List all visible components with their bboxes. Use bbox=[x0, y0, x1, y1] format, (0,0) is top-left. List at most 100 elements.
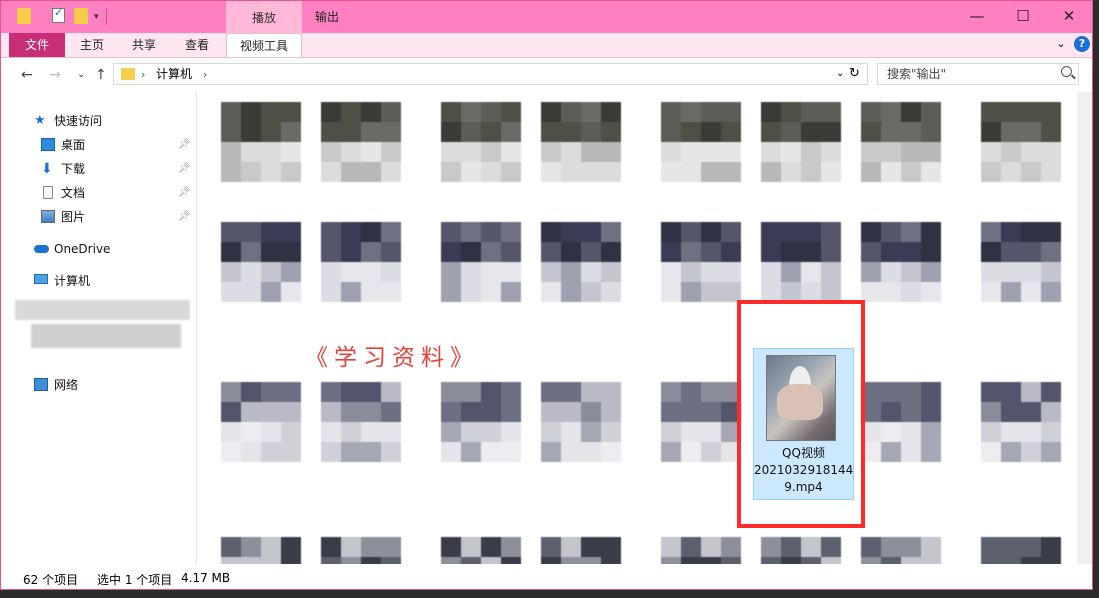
pin-icon[interactable]: 📌︎ bbox=[178, 207, 191, 227]
mosaic-cell bbox=[721, 537, 741, 557]
mosaic-cell bbox=[681, 442, 701, 462]
mosaic-cell bbox=[561, 382, 581, 402]
sidebar-item-documents[interactable]: 文档 📌︎ bbox=[41, 183, 196, 203]
mosaic-cell bbox=[661, 402, 681, 422]
mosaic-cell bbox=[921, 402, 941, 422]
mosaic-cell bbox=[381, 537, 401, 557]
expand-ribbon-icon[interactable]: ⌄ bbox=[1053, 36, 1069, 52]
mosaic-cell bbox=[821, 262, 841, 282]
mosaic-cell bbox=[221, 142, 241, 162]
chevron-right-icon[interactable]: › bbox=[203, 65, 207, 85]
chevron-down-icon[interactable]: ⌄ bbox=[836, 64, 844, 84]
back-arrow-icon[interactable]: ← bbox=[21, 67, 33, 83]
mosaic-cell bbox=[381, 102, 401, 122]
navigation-pane: ★ 快速访问 桌面 📌︎ ⬇ 下载 📌︎ 文档 📌︎ 图片 📌︎ OneDriv… bbox=[1, 92, 197, 564]
sidebar-item-desktop[interactable]: 桌面 📌︎ bbox=[41, 135, 196, 155]
tab-file[interactable]: 文件 bbox=[9, 33, 65, 57]
mosaic-cell bbox=[821, 102, 841, 122]
chevron-right-icon[interactable]: › bbox=[141, 65, 145, 85]
forward-arrow-icon[interactable]: → bbox=[49, 67, 61, 83]
mosaic-cell bbox=[481, 382, 501, 402]
file-list[interactable]: 《学习资料》 QQ视频 2021032918144 9.mp4 bbox=[197, 92, 1077, 564]
tab-view[interactable]: 查看 bbox=[174, 33, 220, 57]
refresh-icon[interactable]: ↻ bbox=[849, 64, 860, 84]
mosaic-cell bbox=[541, 557, 561, 564]
mosaic-cell bbox=[921, 282, 941, 302]
mosaic-cell bbox=[981, 557, 1001, 564]
mosaic-cell bbox=[801, 557, 821, 564]
mosaic-cell bbox=[541, 442, 561, 462]
sidebar-item-downloads[interactable]: ⬇ 下载 📌︎ bbox=[41, 159, 196, 179]
selected-file-tile[interactable]: QQ视频 2021032918144 9.mp4 bbox=[753, 348, 854, 500]
mosaic-cell bbox=[281, 442, 301, 462]
breadcrumb-computer[interactable]: 计算机 bbox=[156, 64, 192, 84]
properties-icon[interactable] bbox=[52, 6, 65, 23]
mosaic-cell bbox=[981, 102, 1001, 122]
pin-icon[interactable]: 📌︎ bbox=[178, 135, 191, 155]
mosaic-cell bbox=[461, 122, 481, 142]
mosaic-cell bbox=[241, 162, 261, 182]
mosaic-cell bbox=[441, 537, 461, 557]
mosaic-cell bbox=[861, 282, 881, 302]
mosaic-cell bbox=[261, 382, 281, 402]
mosaic-cell bbox=[601, 142, 621, 162]
mosaic-cell bbox=[981, 142, 1001, 162]
up-arrow-icon[interactable]: ↑ bbox=[95, 67, 107, 83]
maximize-icon[interactable]: ☐ bbox=[1000, 1, 1046, 31]
mosaic-cell bbox=[561, 242, 581, 262]
mosaic-cell bbox=[1021, 162, 1041, 182]
new-folder-icon[interactable] bbox=[74, 8, 88, 24]
mosaic-cell bbox=[1021, 557, 1041, 564]
mosaic-cell bbox=[701, 102, 721, 122]
address-bar[interactable]: › 计算机 › ⌄ ↻ bbox=[113, 63, 868, 85]
folder-icon[interactable] bbox=[17, 8, 31, 24]
recent-locations-icon[interactable]: ⌄ bbox=[77, 69, 85, 80]
pin-icon[interactable]: 📌︎ bbox=[178, 183, 191, 203]
tab-share[interactable]: 共享 bbox=[121, 33, 167, 57]
tab-home[interactable]: 主页 bbox=[69, 33, 115, 57]
mosaic-cell bbox=[601, 282, 621, 302]
mosaic-cell bbox=[321, 382, 341, 402]
pin-icon[interactable]: 📌︎ bbox=[178, 159, 191, 179]
blurred-item bbox=[31, 324, 181, 348]
mosaic-cell bbox=[261, 537, 281, 557]
mosaic-cell bbox=[881, 282, 901, 302]
close-icon[interactable]: ✕ bbox=[1046, 1, 1092, 31]
customize-quick-access-icon[interactable]: ▾ bbox=[94, 12, 104, 22]
mosaic-cell bbox=[261, 402, 281, 422]
mosaic-cell bbox=[361, 422, 381, 442]
vertical-scrollbar[interactable] bbox=[1077, 92, 1092, 564]
mosaic-cell bbox=[361, 242, 381, 262]
mosaic-cell bbox=[221, 242, 241, 262]
sidebar-item-pictures[interactable]: 图片 📌︎ bbox=[41, 207, 196, 227]
mosaic-cell bbox=[241, 122, 261, 142]
mosaic-cell bbox=[361, 382, 381, 402]
mosaic-cell bbox=[1041, 382, 1061, 402]
mosaic-cell bbox=[781, 142, 801, 162]
status-bar: 62 个项目 选中 1 个项目 4.17 MB bbox=[1, 567, 1092, 589]
mosaic-cell bbox=[681, 162, 701, 182]
mosaic-cell bbox=[581, 222, 601, 242]
mosaic-cell bbox=[281, 222, 301, 242]
contextual-tab-play[interactable]: 播放 bbox=[226, 1, 302, 33]
mosaic-cell bbox=[881, 102, 901, 122]
search-input[interactable]: 搜索"输出" bbox=[877, 63, 1079, 85]
mosaic-cell bbox=[861, 162, 881, 182]
mosaic-cell bbox=[721, 142, 741, 162]
mosaic-cell bbox=[221, 422, 241, 442]
mosaic-cell bbox=[241, 102, 261, 122]
mosaic-cell bbox=[1041, 102, 1061, 122]
mosaic-cell bbox=[1021, 142, 1041, 162]
mosaic-cell bbox=[921, 242, 941, 262]
mosaic-cell bbox=[441, 282, 461, 302]
tab-video-tools[interactable]: 视频工具 bbox=[226, 33, 302, 57]
mosaic-cell bbox=[1041, 422, 1061, 442]
mosaic-cell bbox=[221, 102, 241, 122]
folder-icon bbox=[121, 68, 135, 80]
minimize-icon[interactable]: — bbox=[954, 1, 1000, 31]
help-icon[interactable]: ? bbox=[1074, 36, 1090, 52]
mosaic-cell bbox=[581, 102, 601, 122]
mosaic-cell bbox=[321, 537, 341, 557]
mosaic-cell bbox=[1041, 402, 1061, 422]
mosaic-cell bbox=[281, 122, 301, 142]
